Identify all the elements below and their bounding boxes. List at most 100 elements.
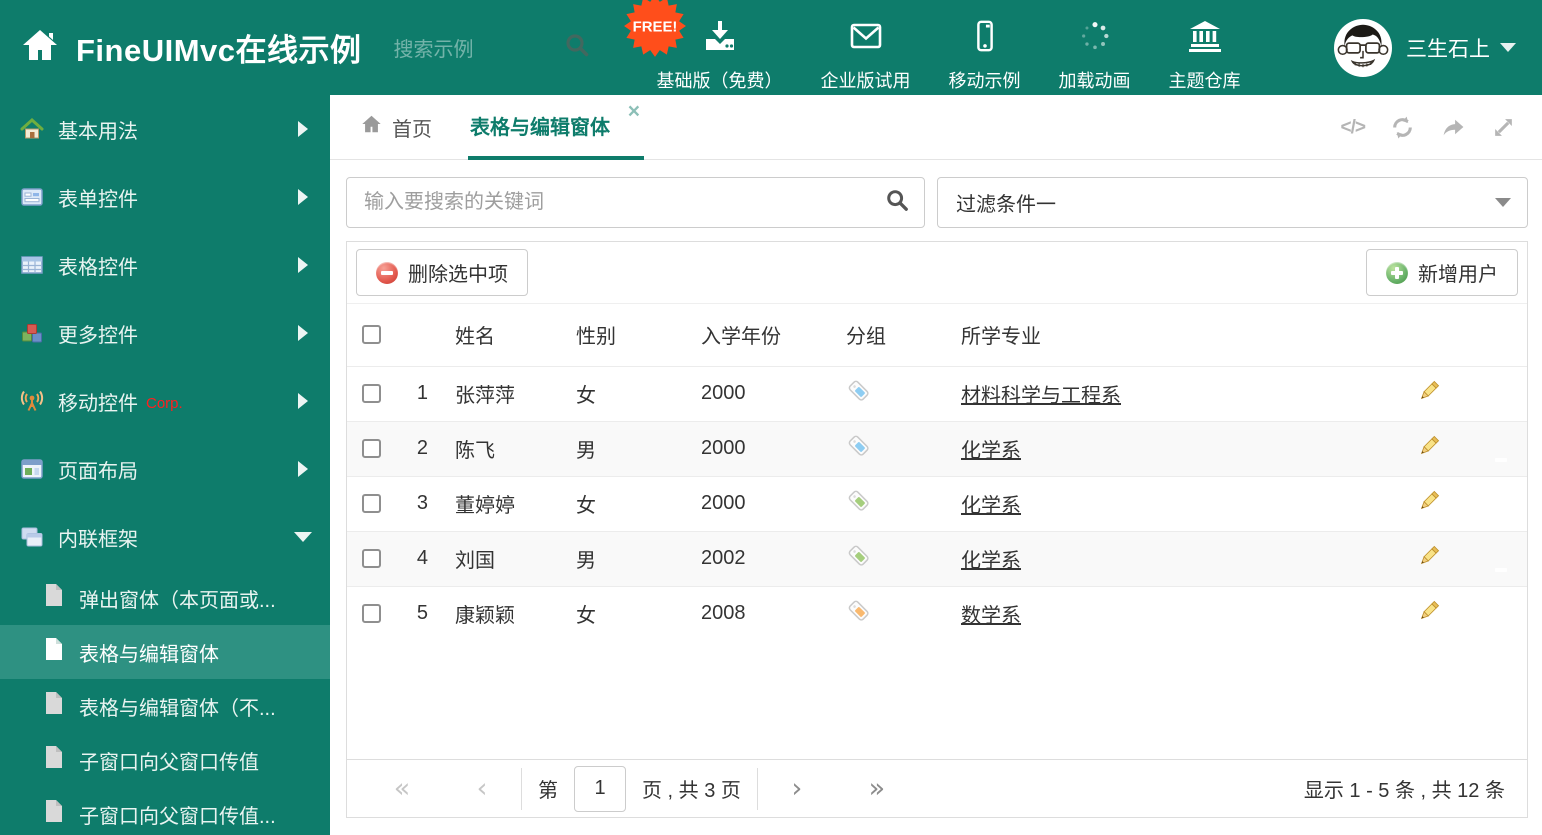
sidebar-subitem-grid-edit-window[interactable]: 表格与编辑窗体 — [0, 625, 330, 679]
nav-item-loading-animation[interactable]: 加载动画 — [1059, 3, 1131, 93]
prev-page-button[interactable]: ‹ — [453, 775, 511, 802]
expand-icon[interactable] — [1491, 115, 1516, 140]
next-page-button[interactable]: › — [768, 775, 826, 802]
first-page-button[interactable]: « — [373, 775, 431, 802]
page-number-input[interactable] — [574, 765, 626, 812]
brand[interactable]: FineUIMvc在线示例 — [20, 25, 362, 70]
user-menu[interactable]: 三生石上 — [1334, 18, 1516, 77]
search-icon[interactable] — [885, 188, 909, 217]
grid-icon — [20, 253, 44, 277]
house-icon — [20, 117, 44, 141]
sidebar-item-basic-usage[interactable]: 基本用法 — [0, 95, 330, 163]
col-year[interactable]: 入学年份 — [690, 304, 835, 366]
pagination-summary: 显示 1 - 5 条 , 共 12 条 — [1303, 780, 1505, 802]
nav-label: 企业版试用 — [820, 70, 911, 91]
major-link[interactable]: 化学系 — [961, 440, 1021, 462]
row-checkbox[interactable] — [362, 494, 381, 513]
chevron-right-icon — [298, 393, 308, 409]
nav-item-theme-store[interactable]: 主题仓库 — [1169, 3, 1241, 93]
chevron-right-icon — [298, 121, 308, 137]
keyword-search-box[interactable] — [346, 177, 925, 228]
sidebar-item-label: 更多控件 — [58, 324, 138, 347]
major-link[interactable]: 化学系 — [961, 550, 1021, 572]
sidebar-item-more-controls[interactable]: 更多控件 — [0, 299, 330, 367]
chevron-right-icon — [298, 325, 308, 341]
page-suffix: 页 , 共 3 页 — [642, 780, 741, 802]
table-row[interactable]: 5 康颖颖 女 2008 数学系 — [347, 585, 1527, 641]
sidebar-subitem-label: 弹出窗体（本页面或... — [79, 589, 276, 612]
cell-gender: 男 — [565, 530, 690, 586]
major-link[interactable]: 数学系 — [961, 605, 1021, 627]
row-checkbox[interactable] — [362, 549, 381, 568]
col-major[interactable]: 所学专业 — [949, 304, 1405, 366]
sidebar-item-form-controls[interactable]: 表单控件 — [0, 163, 330, 231]
col-index — [397, 304, 433, 366]
cell-name: 张萍萍 — [433, 365, 565, 421]
last-page-button[interactable]: » — [848, 775, 906, 802]
edit-pencil-icon[interactable] — [1417, 380, 1441, 408]
tag-icon — [848, 600, 869, 621]
sidebar-item-mobile-controls[interactable]: 移动控件 Corp. — [0, 367, 330, 435]
cell-group — [835, 365, 949, 421]
table-row[interactable]: 4 刘国 男 2002 化学系 — [347, 530, 1527, 586]
col-gender[interactable]: 性别 — [565, 304, 690, 366]
sidebar-subitem-child-to-parent[interactable]: 子窗口向父窗口传值 — [0, 733, 330, 787]
edit-pencil-icon[interactable] — [1417, 435, 1441, 463]
col-group[interactable]: 分组 — [835, 304, 949, 366]
delete-selected-button[interactable]: 删除选中项 — [356, 249, 528, 296]
table-row[interactable]: 2 陈飞 男 2000 化学系 — [347, 420, 1527, 476]
header-search[interactable]: 搜索示例 — [394, 32, 590, 63]
refresh-icon[interactable] — [1390, 115, 1415, 140]
major-link[interactable]: 化学系 — [961, 495, 1021, 517]
chevron-down-icon — [1500, 43, 1516, 52]
major-link[interactable]: 材料科学与工程系 — [961, 385, 1121, 407]
sidebar-subitem-label: 子窗口向父窗口传值... — [79, 805, 276, 828]
sidebar-item-inline-frames[interactable]: 内联框架 — [0, 503, 330, 571]
edit-pencil-icon[interactable] — [1417, 600, 1441, 628]
delete-selected-label: 删除选中项 — [408, 264, 508, 286]
frames-icon — [20, 525, 44, 549]
sidebar-subitem-child-to-parent-2[interactable]: 子窗口向父窗口传值... — [0, 787, 330, 835]
sidebar-item-page-layout[interactable]: 页面布局 — [0, 435, 330, 503]
nav-label: 加载动画 — [1058, 70, 1131, 91]
search-icon[interactable] — [564, 32, 590, 63]
minus-circle-icon — [376, 261, 398, 284]
close-icon[interactable]: × — [628, 101, 640, 122]
table-header-row: 姓名 性别 入学年份 分组 所学专业 — [347, 304, 1527, 366]
share-icon[interactable] — [1440, 115, 1466, 140]
tab-home[interactable]: 首页 — [360, 95, 432, 160]
nav-label: 主题仓库 — [1168, 70, 1241, 91]
add-user-button[interactable]: 新增用户 — [1366, 249, 1518, 296]
code-icon[interactable]: </> — [1341, 117, 1367, 139]
nav-item-mobile-demo[interactable]: 移动示例 — [949, 3, 1021, 93]
nav-item-enterprise-trial[interactable]: 企业版试用 — [821, 3, 911, 93]
file-icon — [44, 799, 64, 829]
table-row[interactable]: 1 张萍萍 女 2000 材料科学与工程系 — [347, 365, 1527, 421]
cell-group — [835, 585, 949, 641]
row-checkbox[interactable] — [362, 439, 381, 458]
row-checkbox[interactable] — [362, 384, 381, 403]
edit-pencil-icon[interactable] — [1417, 490, 1441, 518]
nav-item-basic-free[interactable]: FREE! 基础版（免费） — [623, 0, 783, 93]
grid-panel: 删除选中项 新增用户 姓名 性别 入学年份 分组 所学专业 1 张萍萍 女 20… — [346, 241, 1528, 818]
cell-gender: 女 — [565, 475, 690, 531]
sidebar-subitem-grid-edit-window-no[interactable]: 表格与编辑窗体（不... — [0, 679, 330, 733]
cell-group — [835, 420, 949, 476]
sidebar-subitem-popup-window[interactable]: 弹出窗体（本页面或... — [0, 571, 330, 625]
spinner-icon — [1078, 19, 1112, 58]
filter-dropdown[interactable]: 过滤条件一 — [937, 177, 1528, 228]
tag-icon — [848, 545, 869, 566]
edit-pencil-icon[interactable] — [1417, 545, 1441, 573]
select-all-checkbox[interactable] — [362, 325, 381, 345]
row-checkbox[interactable] — [362, 604, 381, 624]
tab-grid-edit-window[interactable]: 表格与编辑窗体 × — [468, 95, 644, 160]
col-name[interactable]: 姓名 — [433, 304, 565, 366]
chevron-right-icon — [298, 257, 308, 273]
table-row[interactable]: 3 董婷婷 女 2000 化学系 — [347, 475, 1527, 531]
sidebar-item-grid-controls[interactable]: 表格控件 — [0, 231, 330, 299]
divider — [756, 767, 758, 810]
phone-icon — [968, 19, 1002, 58]
keyword-search-input[interactable] — [362, 190, 885, 215]
cell-name: 康颖颖 — [433, 585, 565, 641]
users-table: 姓名 性别 入学年份 分组 所学专业 1 张萍萍 女 2000 材料科学与工程系… — [347, 304, 1527, 641]
